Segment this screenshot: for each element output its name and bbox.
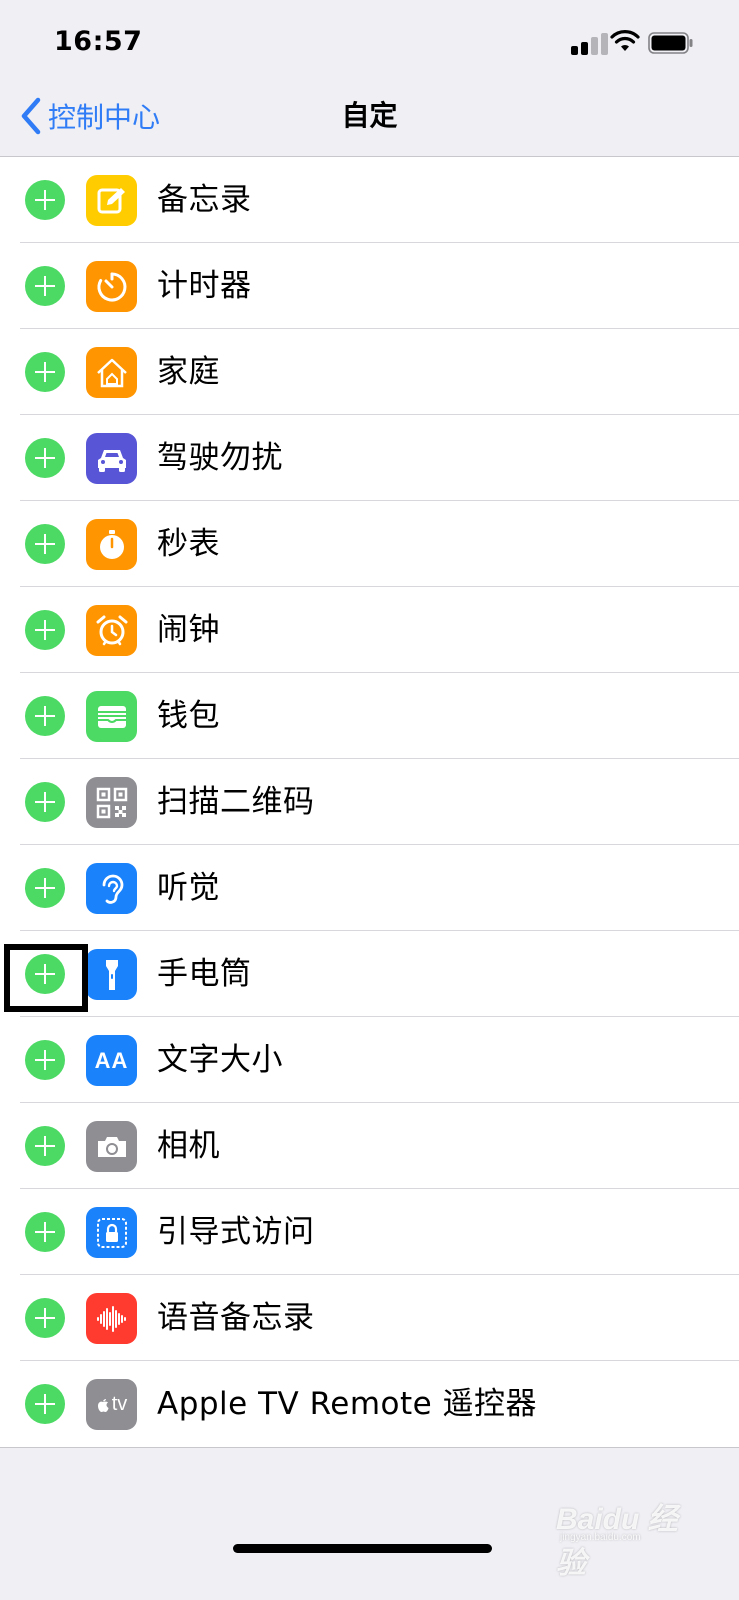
list-item-apple-tv-remote: tv Apple TV Remote 遥控器 [0,1361,739,1447]
list-item-camera: 相机 [0,1103,739,1189]
list-item-label: 钱包 [157,698,220,734]
list-item-scan-qr-code: 扫描二维码 [0,759,739,845]
list-item-stopwatch: 秒表 [0,501,739,587]
list-item-notes: 备忘录 [0,157,739,243]
add-button[interactable] [25,438,65,478]
list-item-label: 驾驶勿扰 [157,440,283,476]
list-item-home: 家庭 [0,329,739,415]
voice-memos-icon [86,1293,137,1344]
add-button[interactable] [25,1212,65,1252]
tv-glyph: tv [111,1393,128,1415]
list-item-label: 文字大小 [157,1042,283,1078]
list-item-label: 家庭 [157,354,220,390]
add-button[interactable] [25,266,65,306]
list-item-guided-access: 引导式访问 [0,1189,739,1275]
list-item-label: 听觉 [157,870,220,906]
add-button[interactable] [25,180,65,220]
list-item-voice-memos: 语音备忘录 [0,1275,739,1361]
list-item-flashlight: 手电筒 [0,931,739,1017]
list-item-alarm: 闹钟 [0,587,739,673]
car-icon [86,433,137,484]
list-item-label: 引导式访问 [157,1214,315,1250]
page-title: 自定 [341,99,398,132]
list-item-timer: 计时器 [0,243,739,329]
list-item-text-size: AA 文字大小 [0,1017,739,1103]
add-button[interactable] [25,1040,65,1080]
wallet-icon [86,691,137,742]
qr-code-icon [86,777,137,828]
navigation-bar: 控制中心 自定 [0,88,739,157]
list-item-label: 备忘录 [157,182,252,218]
cellular-signal-icon [571,31,615,55]
list-item-label: 扫描二维码 [157,784,315,820]
add-button[interactable] [25,1384,65,1424]
list-item-label: 语音备忘录 [157,1300,315,1336]
notes-icon [86,175,137,226]
add-button[interactable] [25,1126,65,1166]
guided-access-icon [86,1207,137,1258]
watermark: Baidu 经验 jingyan.baidu.com [556,1488,706,1580]
status-time: 16:57 [54,26,143,57]
list-item-wallet: 钱包 [0,673,739,759]
stopwatch-icon [86,519,137,570]
alarm-clock-icon [86,605,137,656]
watermark-sub: jingyan.baidu.com [560,1532,641,1543]
ear-icon [86,863,137,914]
status-bar: 16:57 [0,0,739,88]
list-item-label: 相机 [157,1128,220,1164]
apple-tv-remote-icon: tv [86,1379,137,1430]
list-item-label: 闹钟 [157,612,220,648]
list-item-label: 秒表 [157,526,220,562]
home-icon [86,347,137,398]
battery-icon [648,32,693,54]
list-item-label: 计时器 [157,268,252,304]
add-button[interactable] [25,868,65,908]
text-size-icon: AA [86,1035,137,1086]
home-indicator[interactable] [233,1544,492,1553]
list-item-hearing: 听觉 [0,845,739,931]
list-item-label: Apple TV Remote 遥控器 [157,1386,538,1422]
add-button[interactable] [25,352,65,392]
list-item-do-not-disturb-while-driving: 驾驶勿扰 [0,415,739,501]
text-size-glyph: AA [94,1047,129,1073]
timer-icon [86,261,137,312]
flashlight-icon [86,949,137,1000]
add-button[interactable] [25,782,65,822]
add-button[interactable] [25,610,65,650]
list-item-label: 手电筒 [157,956,252,992]
add-button[interactable] [25,696,65,736]
apple-logo-icon [97,1398,109,1412]
camera-icon [86,1121,137,1172]
add-button[interactable] [25,524,65,564]
wifi-icon [610,30,640,51]
more-controls-list: 备忘录 计时器 家庭 驾驶勿扰 秒表 闹钟 钱包 扫描二维码 听觉 手电筒 AA… [0,157,739,1448]
add-button[interactable] [25,954,65,994]
add-button[interactable] [25,1298,65,1338]
